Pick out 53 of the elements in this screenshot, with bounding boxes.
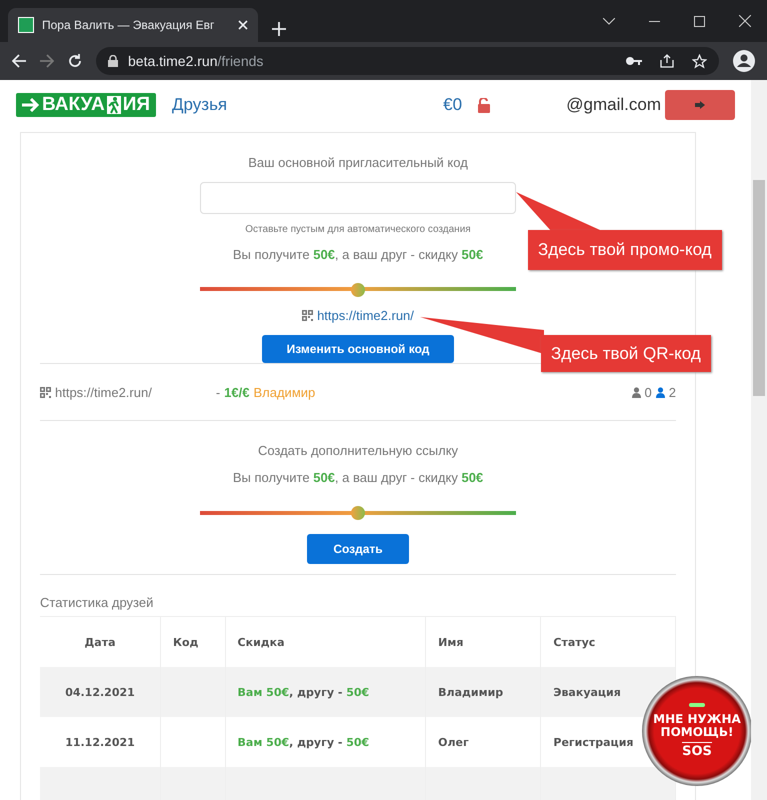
arrow-icon: [22, 98, 40, 112]
maximize-icon[interactable]: [694, 16, 705, 26]
address-bar[interactable]: beta.time2.run/friends: [96, 47, 719, 75]
tab-title: Пора Валить — Эвакуация Евг: [42, 18, 216, 32]
star-icon[interactable]: [692, 54, 707, 68]
section-title: Создать дополнительную ссылку: [258, 443, 458, 458]
dash: -: [216, 384, 220, 400]
count: 2: [668, 384, 676, 400]
url-text: beta.time2.run/friends: [128, 53, 264, 69]
share-icon[interactable]: [660, 54, 674, 68]
table-cell: 04.12.2021: [40, 667, 160, 717]
running-person-icon: [106, 96, 121, 114]
friend-name: Владимир: [253, 384, 316, 400]
link-url[interactable]: https://time2.run/: [55, 384, 152, 400]
count: 0: [644, 384, 652, 400]
favicon-icon: [18, 17, 34, 33]
code-input[interactable]: [200, 182, 516, 214]
balance: €0: [443, 95, 462, 115]
user-email: @gmail.com: [566, 95, 661, 115]
reload-icon[interactable]: [68, 54, 82, 68]
section-title: Ваш основной пригласительный код: [248, 155, 468, 170]
create-button[interactable]: Создать: [307, 534, 409, 564]
browser-tab[interactable]: Пора Валить — Эвакуация Евг: [8, 8, 258, 42]
nav-link[interactable]: Друзья: [172, 95, 228, 115]
scrollbar[interactable]: [751, 80, 767, 800]
forward-arrow-icon[interactable]: [40, 54, 54, 68]
key-icon[interactable]: [626, 57, 642, 65]
person-icon: [656, 386, 665, 398]
unlocked-padlock-icon[interactable]: [478, 98, 490, 112]
slider-thumb[interactable]: [351, 506, 365, 520]
table-cell: Вам 50€, другу - 50€: [225, 667, 426, 717]
table-cell: Владимир: [426, 667, 541, 717]
person-icon: [632, 386, 641, 398]
bonus-rate: 1€/€: [224, 384, 250, 400]
callout-label: Здесь твой QR-код: [541, 335, 711, 372]
close-window-icon[interactable]: [739, 15, 751, 27]
chevron-down-icon[interactable]: [603, 18, 615, 24]
hint-text: Оставьте пустым для автоматического создания: [245, 224, 471, 236]
slider-thumb[interactable]: [351, 283, 365, 298]
qr-code-icon: [302, 310, 314, 321]
profile-icon[interactable]: [733, 50, 755, 72]
reward-text: Вы получите 50€, а ваш друг - скидку 50€: [232, 470, 484, 485]
padlock-icon: [108, 55, 118, 67]
sign-out-icon: [695, 101, 705, 109]
referral-link[interactable]: https://time2.run/: [317, 308, 414, 323]
close-icon[interactable]: [238, 20, 248, 30]
logo[interactable]: ВАКУА ИЯ: [16, 93, 156, 117]
new-tab-icon[interactable]: [272, 22, 286, 36]
qr-code-icon: [40, 386, 51, 398]
stats-title: Статистика друзей: [40, 595, 676, 617]
back-arrow-icon[interactable]: [12, 54, 26, 68]
reward-text: Вы получите 50€, а ваш друг - скидку 50€: [232, 247, 484, 262]
minimize-icon[interactable]: [649, 20, 660, 22]
